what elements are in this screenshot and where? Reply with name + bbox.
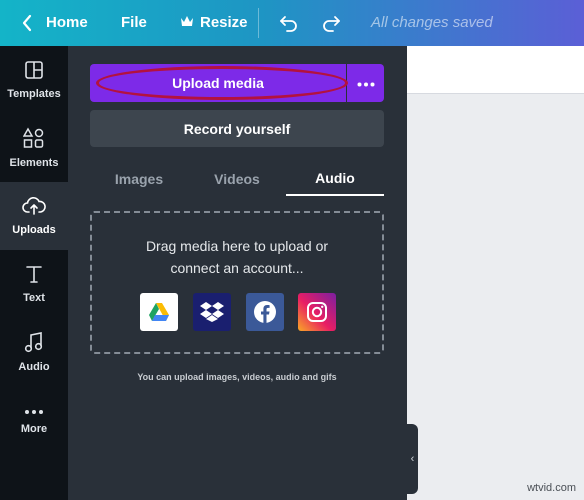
upload-options-button[interactable]: [347, 64, 384, 102]
chevron-left-icon: ‹: [410, 453, 415, 465]
chevron-left-icon[interactable]: [20, 12, 34, 34]
upload-media-button[interactable]: Upload media: [90, 64, 346, 102]
upload-cloud-icon: [22, 196, 46, 219]
sidebar-item-label: Templates: [7, 88, 61, 100]
more-dots-icon: [24, 406, 44, 418]
sidebar-item-label: Text: [23, 292, 45, 304]
instagram-icon[interactable]: [298, 293, 336, 331]
templates-icon: [24, 60, 44, 83]
resize-button[interactable]: Resize: [180, 14, 248, 31]
save-status: All changes saved: [371, 14, 493, 31]
redo-icon[interactable]: [320, 12, 342, 34]
facebook-icon[interactable]: [246, 293, 284, 331]
record-yourself-button[interactable]: Record yourself: [90, 110, 384, 147]
sidebar-item-elements[interactable]: Elements: [0, 114, 68, 182]
more-dots-icon: [357, 74, 375, 92]
dropzone-message: Drag media here to upload or connect an …: [92, 235, 382, 279]
media-tabs: Images Videos Audio: [90, 162, 384, 196]
sidebar-item-audio[interactable]: Audio: [0, 318, 68, 386]
undo-icon[interactable]: [278, 12, 300, 34]
sidebar-item-templates[interactable]: Templates: [0, 46, 68, 114]
sidebar-item-label: Elements: [9, 157, 59, 169]
sidebar-item-label: More: [20, 422, 48, 435]
upload-dropzone[interactable]: Drag media here to upload or connect an …: [90, 211, 384, 354]
dropbox-icon[interactable]: [193, 293, 231, 331]
toolbar-divider: [258, 8, 259, 38]
dropzone-line: Drag media here to upload or: [145, 238, 329, 254]
music-note-icon: [24, 331, 44, 356]
uploads-panel: Upload media Record yourself Images Vide…: [68, 46, 407, 500]
collapse-panel-button[interactable]: ‹: [407, 424, 418, 494]
sidebar-item-label: Uploads: [12, 224, 56, 236]
crown-icon: [180, 14, 194, 31]
canvas-toolbar: [407, 46, 584, 94]
elements-icon: [22, 127, 45, 152]
dropzone-line: connect an account...: [170, 260, 304, 276]
text-icon: [24, 264, 44, 287]
file-menu-button[interactable]: File: [121, 14, 147, 31]
sidebar-item-label: Audio: [18, 361, 50, 373]
sidebar-item-text[interactable]: Text: [0, 250, 68, 318]
tab-images[interactable]: Images: [90, 162, 188, 196]
resize-label: Resize: [200, 14, 248, 31]
design-canvas-area: [407, 46, 584, 500]
sidebar-item-uploads[interactable]: Uploads: [0, 182, 68, 250]
left-sidebar: Templates Elements Uploads Text Audio Mo…: [0, 46, 68, 500]
tab-videos[interactable]: Videos: [188, 162, 286, 196]
google-drive-icon[interactable]: [140, 293, 178, 331]
home-button[interactable]: Home: [46, 14, 88, 31]
watermark: wtvid.com: [527, 482, 576, 494]
top-toolbar: Home File Resize All changes saved: [0, 0, 584, 46]
tab-audio[interactable]: Audio: [286, 162, 384, 196]
upload-hint-text: You can upload images, videos, audio and…: [137, 372, 337, 382]
sidebar-item-more[interactable]: More: [0, 386, 68, 454]
